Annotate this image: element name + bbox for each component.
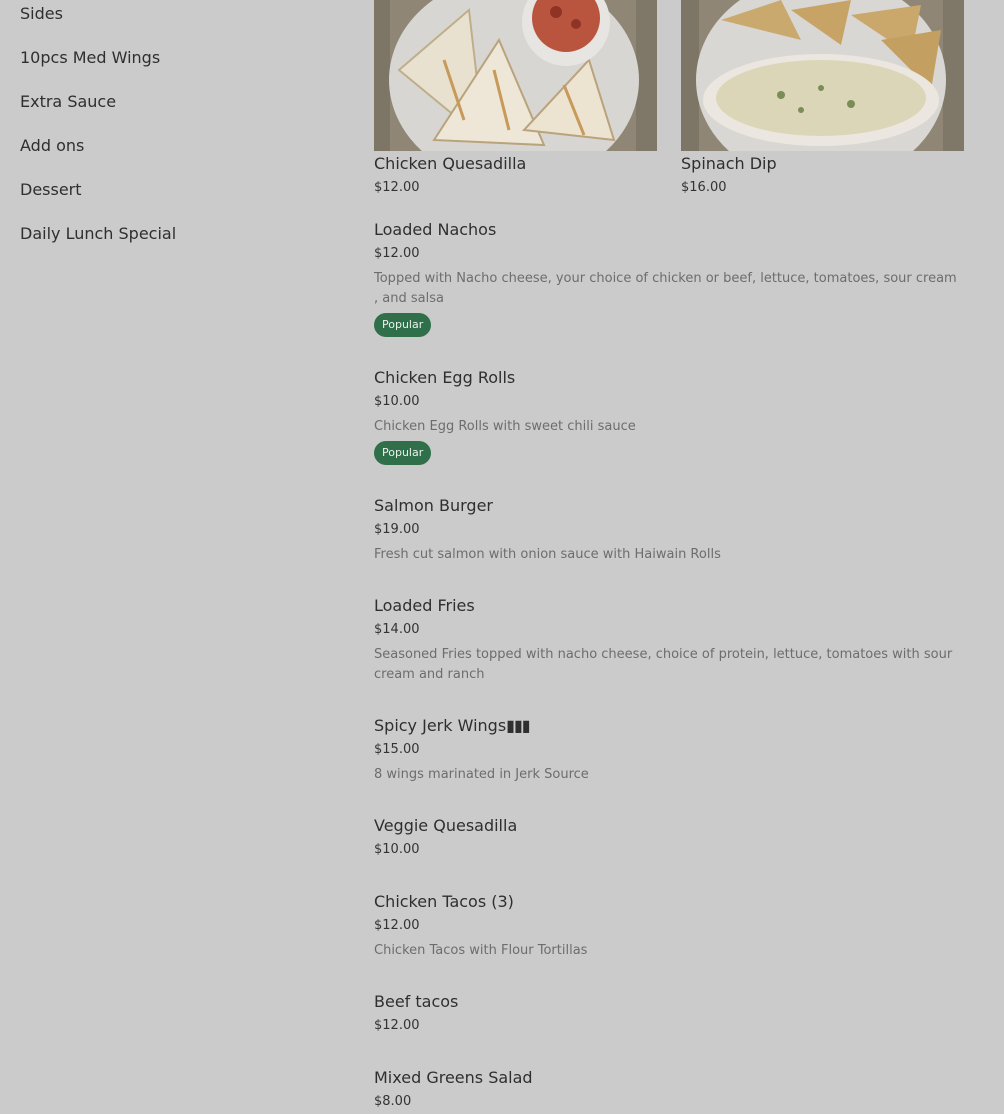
quesadilla-photo-icon [374, 0, 657, 151]
item-description: Topped with Nacho cheese, your choice of… [374, 271, 957, 306]
item-description: Chicken Egg Rolls with sweet chili sauce [374, 419, 636, 434]
item-price: $19.00 [374, 522, 420, 537]
item-name: Chicken Tacos (3) [374, 892, 514, 911]
item-name: Loaded Fries [374, 596, 475, 615]
popular-badge: Popular [374, 313, 432, 337]
featured-card-spinach-dip[interactable]: Spinach Dip $16.00 [681, 0, 964, 195]
sidebar-category-10pcs-med-wings[interactable]: 10pcs Med Wings [20, 48, 160, 67]
item-name-text: Spicy Jerk Wings [374, 716, 507, 735]
item-name: Loaded Nachos [374, 220, 497, 239]
item-description: Seasoned Fries topped with nacho cheese,… [374, 647, 953, 682]
featured-item-name: Chicken Quesadilla [374, 154, 527, 173]
item-price: $8.00 [374, 1094, 412, 1109]
featured-item-price: $12.00 [374, 180, 420, 195]
item-name: Chicken Egg Rolls [374, 368, 516, 387]
item-price: $12.00 [374, 918, 420, 933]
featured-item-name: Spinach Dip [681, 154, 777, 173]
sidebar-category-add-ons[interactable]: Add ons [20, 136, 84, 155]
item-price: $10.00 [374, 842, 420, 857]
featured-item-price: $16.00 [681, 180, 727, 195]
item-name: Veggie Quesadilla [374, 816, 518, 835]
item-name: Spicy Jerk Wings▮▮▮ [374, 716, 531, 735]
item-name: Beef tacos [374, 992, 459, 1011]
sidebar-category-dessert[interactable]: Dessert [20, 180, 82, 199]
popular-badge: Popular [374, 441, 432, 465]
item-price: $14.00 [374, 622, 420, 637]
unrendered-emoji-glyphs: ▮▮▮ [506, 716, 530, 735]
item-description: Fresh cut salmon with onion sauce with H… [374, 547, 721, 562]
sidebar-category-extra-sauce[interactable]: Extra Sauce [20, 92, 116, 111]
item-price: $10.00 [374, 394, 420, 409]
item-price: $12.00 [374, 246, 420, 261]
item-price: $12.00 [374, 1018, 420, 1033]
item-description: Chicken Tacos with Flour Tortillas [374, 943, 588, 958]
spinach-dip-photo-icon [681, 0, 964, 151]
sidebar-category-daily-lunch-special[interactable]: Daily Lunch Special [20, 224, 176, 243]
sidebar-category-sides[interactable]: Sides [20, 4, 63, 23]
item-description: 8 wings marinated in Jerk Source [374, 767, 589, 782]
item-name: Salmon Burger [374, 496, 493, 515]
item-name: Mixed Greens Salad [374, 1068, 533, 1087]
item-price: $15.00 [374, 742, 420, 757]
featured-card-chicken-quesadilla[interactable]: Chicken Quesadilla $12.00 [374, 0, 657, 195]
